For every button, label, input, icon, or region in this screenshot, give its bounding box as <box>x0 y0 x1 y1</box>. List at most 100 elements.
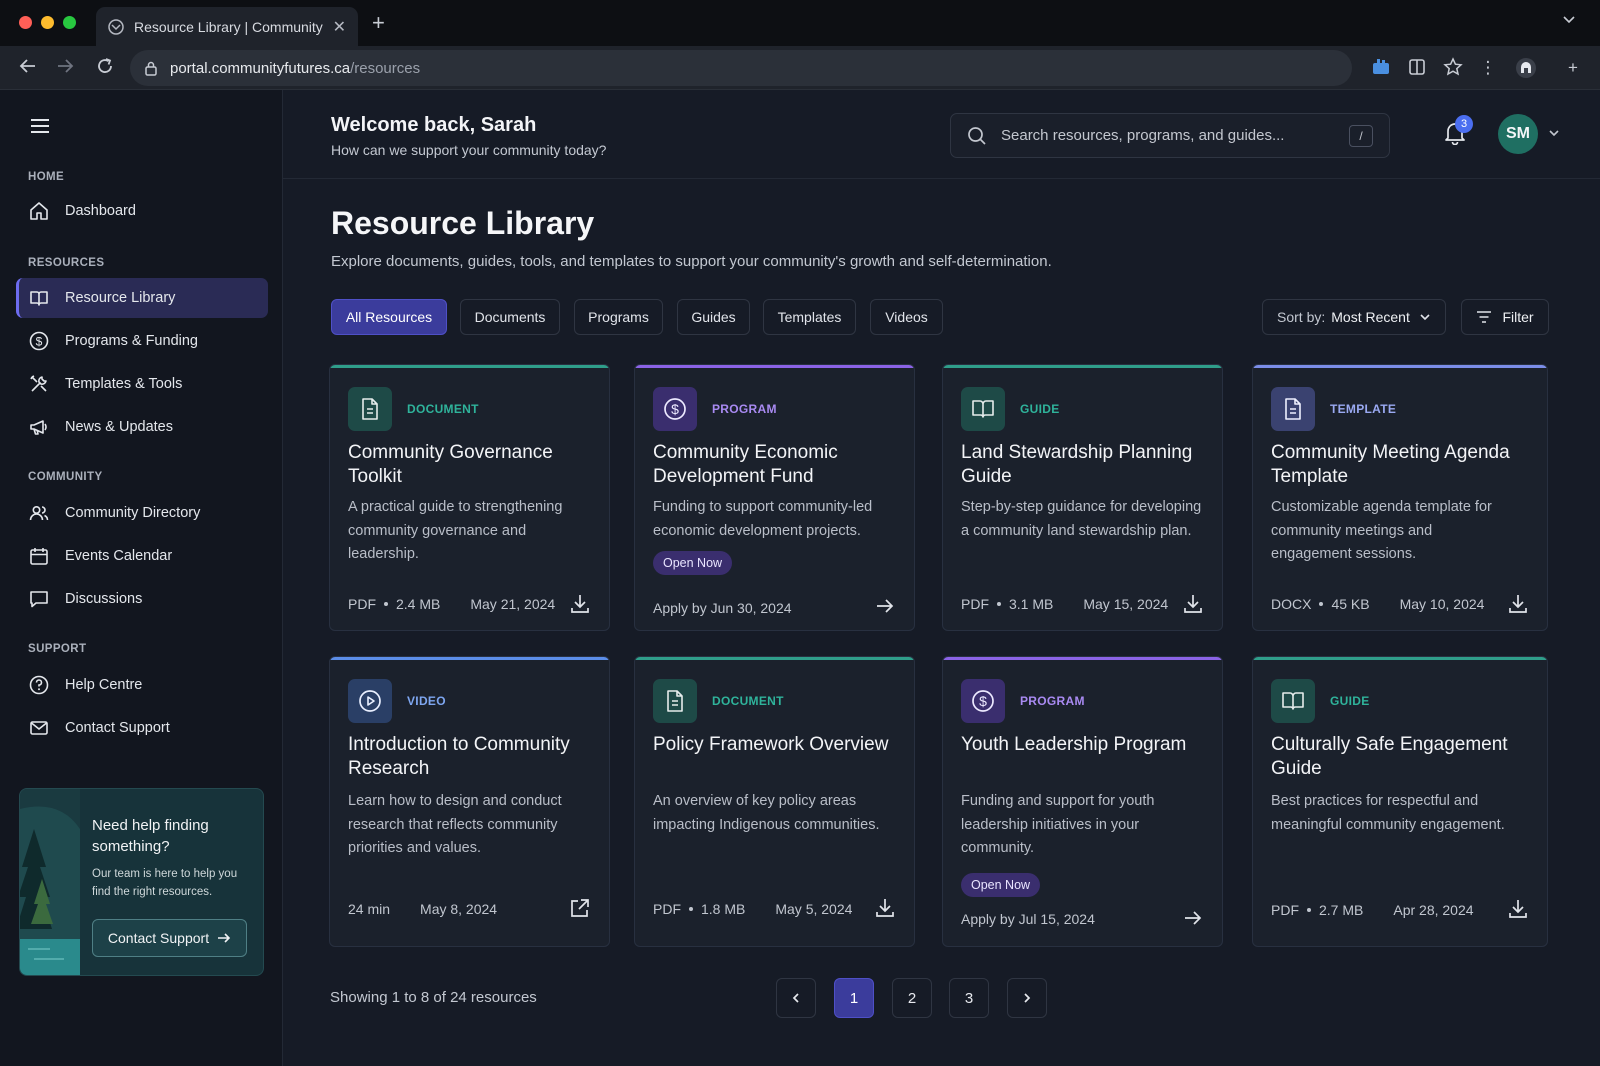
filter-chip-documents[interactable]: Documents <box>460 299 560 335</box>
users-icon <box>29 505 49 521</box>
arrow-right-icon <box>218 933 231 943</box>
page-button-1[interactable]: 1 <box>834 978 874 1018</box>
sidebar-item-resource-library[interactable]: Resource Library <box>16 278 268 318</box>
sidebar-item-programs-funding[interactable]: $ Programs & Funding <box>16 321 268 361</box>
header-divider <box>283 178 1600 179</box>
arrow-right-icon[interactable] <box>874 595 896 617</box>
close-window-button[interactable] <box>19 16 32 29</box>
filter-chip-templates[interactable]: Templates <box>763 299 856 335</box>
resource-card[interactable]: $ PROGRAM Youth Leadership Program Fundi… <box>942 656 1223 947</box>
card-type: GUIDE <box>1020 402 1060 416</box>
filter-chip-programs[interactable]: Programs <box>574 299 663 335</box>
new-tab-icon[interactable]: + <box>372 10 385 36</box>
help-card-contact-button[interactable]: Contact Support <box>92 919 247 957</box>
card-title: Culturally Safe Engagement Guide <box>1271 734 1508 779</box>
card-type: PROGRAM <box>1020 694 1085 708</box>
resource-card[interactable]: VIDEO Introduction to Community Research… <box>329 656 610 947</box>
sidebar-item-community-directory[interactable]: Community Directory <box>16 493 268 533</box>
resource-card[interactable]: GUIDE Land Stewardship Planning Guide St… <box>942 364 1223 631</box>
hamburger-menu-icon[interactable] <box>30 118 50 139</box>
open-now-badge: Open Now <box>653 551 733 575</box>
sidebar-item-label: Programs & Funding <box>65 333 198 349</box>
forward-icon[interactable] <box>55 56 75 82</box>
page-description: Explore documents, guides, tools, and te… <box>331 253 1052 270</box>
card-format: PDF <box>348 596 376 612</box>
filter-chip-guides[interactable]: Guides <box>677 299 750 335</box>
search-input[interactable] <box>1001 127 1335 144</box>
filter-chip-all-resources[interactable]: All Resources <box>331 299 447 335</box>
sort-label: Sort by: <box>1277 309 1326 325</box>
card-description: Step-by-step guidance for developing a c… <box>961 499 1202 539</box>
section-label-support: SUPPORT <box>28 643 87 655</box>
add-icon[interactable]: + <box>1562 57 1584 79</box>
play-icon <box>348 679 392 723</box>
resource-card[interactable]: DOCUMENT Community Governance Toolkit A … <box>329 364 610 631</box>
address-bar[interactable]: portal.communityfutures.ca/resources <box>130 50 1352 86</box>
dollar-icon: $ <box>961 679 1005 723</box>
card-type: DOCUMENT <box>712 694 784 708</box>
browser-tab[interactable]: Resource Library | Community Futures ✕ <box>96 7 358 46</box>
sidebar-item-news-updates[interactable]: News & Updates <box>16 407 268 447</box>
book-icon <box>30 291 48 306</box>
reload-icon[interactable] <box>95 56 115 82</box>
card-title: Community Governance Toolkit <box>348 442 553 487</box>
sidebar-item-discussions[interactable]: Discussions <box>16 579 268 619</box>
sidebar-item-dashboard[interactable]: Dashboard <box>16 191 268 231</box>
sidebar-item-templates-tools[interactable]: Templates & Tools <box>16 364 268 404</box>
reading-mode-icon[interactable] <box>1406 57 1428 79</box>
arrow-right-icon[interactable] <box>1182 907 1204 929</box>
next-page-button[interactable] <box>1007 978 1047 1018</box>
book-icon <box>1271 679 1315 723</box>
chat-icon <box>30 591 48 608</box>
resource-card[interactable]: TEMPLATE Community Meeting Agenda Templa… <box>1252 364 1548 631</box>
svg-text:$: $ <box>36 335 43 349</box>
resource-card[interactable]: DOCUMENT Policy Framework Overview An ov… <box>634 656 915 947</box>
card-apply-deadline: Apply by Jul 15, 2024 <box>961 911 1095 927</box>
card-title: Policy Framework Overview <box>653 734 889 755</box>
sidebar-item-help-centre[interactable]: Help Centre <box>16 665 268 705</box>
filter-button[interactable]: Filter <box>1461 299 1549 335</box>
card-meta: Apply by Jun 30, 2024 <box>653 600 792 616</box>
tools-icon <box>30 375 47 392</box>
lock-icon <box>145 61 157 76</box>
download-icon[interactable] <box>569 593 591 615</box>
resource-card[interactable]: GUIDE Culturally Safe Engagement Guide B… <box>1252 656 1548 947</box>
page-button-3[interactable]: 3 <box>949 978 989 1018</box>
card-meta: PDF 2.4 MB May 21, 2024 <box>348 596 555 612</box>
card-format: PDF <box>961 596 989 612</box>
tab-list-chevron-icon[interactable] <box>1562 12 1576 29</box>
page-button-2[interactable]: 2 <box>892 978 932 1018</box>
card-description: A practical guide to strengthening commu… <box>348 499 563 562</box>
account-chevron-down-icon[interactable] <box>1548 126 1560 144</box>
resource-card[interactable]: $ PROGRAM Community Economic Development… <box>634 364 915 631</box>
extension-icon[interactable] <box>1370 57 1392 79</box>
sidebar-item-events-calendar[interactable]: Events Calendar <box>16 536 268 576</box>
download-icon[interactable] <box>1507 898 1529 920</box>
download-icon[interactable] <box>874 897 896 919</box>
card-title: Community Economic Development Fund <box>653 442 838 487</box>
close-tab-icon[interactable]: ✕ <box>333 17 346 37</box>
sort-dropdown[interactable]: Sort by: Most Recent <box>1262 299 1446 335</box>
back-icon[interactable] <box>18 56 38 82</box>
help-card: Need help finding something? Our team is… <box>19 788 264 976</box>
minimize-window-button[interactable] <box>41 16 54 29</box>
download-icon[interactable] <box>1507 593 1529 615</box>
browser-menu-icon[interactable]: ⋮ <box>1477 57 1499 79</box>
sidebar-item-label: Dashboard <box>65 203 136 219</box>
profile-icon[interactable] <box>1515 57 1537 79</box>
card-size: 45 KB <box>1331 596 1370 612</box>
help-icon <box>29 675 49 695</box>
filter-chip-videos[interactable]: Videos <box>870 299 943 335</box>
user-avatar[interactable]: SM <box>1498 114 1538 154</box>
download-icon[interactable] <box>1182 593 1204 615</box>
sidebar-item-label: News & Updates <box>65 419 173 435</box>
prev-page-button[interactable] <box>776 978 816 1018</box>
card-description: Customizable agenda template for communi… <box>1271 499 1492 562</box>
sidebar-item-contact-support[interactable]: Contact Support <box>16 708 268 748</box>
bookmark-star-icon[interactable] <box>1442 57 1464 79</box>
maximize-window-button[interactable] <box>63 16 76 29</box>
notification-badge: 3 <box>1455 115 1473 133</box>
external-link-icon[interactable] <box>569 897 591 919</box>
document-icon <box>653 679 697 723</box>
card-description: Funding to support community-led economi… <box>653 499 873 539</box>
